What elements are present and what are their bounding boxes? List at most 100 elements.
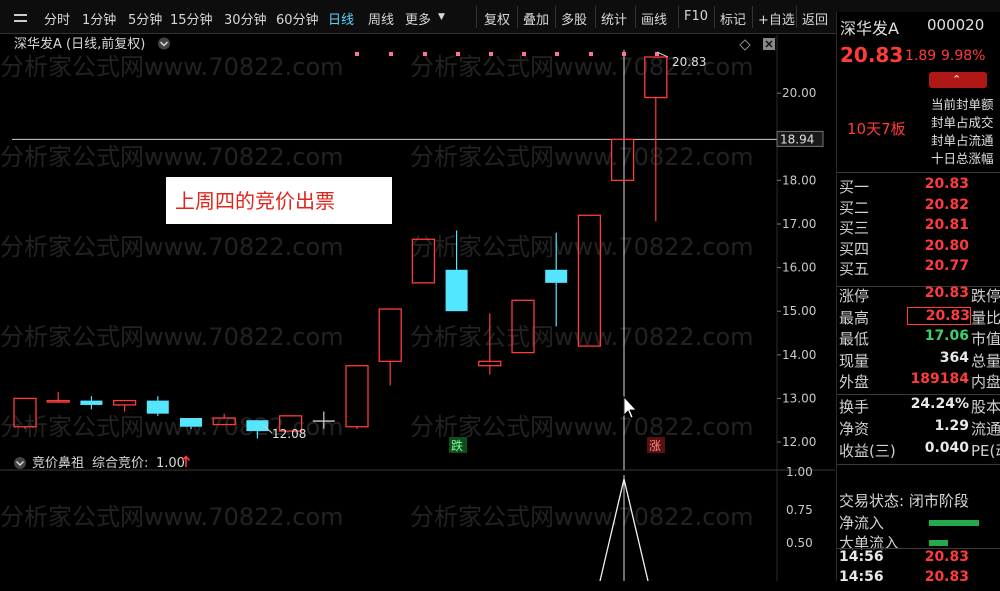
bid-label: 买五 — [839, 260, 870, 278]
bid-price: 20.80 — [924, 237, 969, 254]
toolbar-action-7[interactable]: +自选 — [758, 9, 795, 28]
bid-label: 买四 — [839, 239, 870, 258]
low-label: 12.08 — [272, 427, 306, 441]
stat-label: 外盘 — [839, 373, 870, 391]
indicator-tick: 1.00 — [786, 465, 813, 479]
stat2-value: 1.29 — [934, 418, 969, 434]
indicator-dropdown-icon[interactable] — [14, 457, 26, 469]
quote-panel: 深华发A 000020 20.83 1.89 9.98% ⌃ 10天7板 当前封… — [836, 12, 1000, 585]
period-tab-5[interactable]: 60分钟 — [276, 9, 319, 28]
stat-label: 最低 — [839, 330, 870, 348]
stat-value: 20.83 — [924, 285, 969, 301]
indicator-label: 综合竞价: — [92, 455, 148, 471]
stock-price: 20.83 — [840, 43, 904, 67]
stats-block: 涨停 20.83 跌停 最高 20.83 量比 最低 17.06 市值 现量 364 总量 外盘 1891… — [837, 284, 1000, 395]
bid-row: 买一 20.83 — [837, 176, 1000, 198]
candle-body — [246, 420, 269, 432]
seal-info-item: 十日总涨幅 — [931, 151, 994, 166]
candle-body — [112, 399, 137, 406]
watermark-text: 分析家公式网www.70822.com — [410, 143, 754, 171]
seal-info-item: 封单占成交 — [931, 115, 994, 130]
price-tick: 20.00 — [782, 86, 816, 100]
price-tick: 16.00 — [782, 261, 816, 275]
period-tab-7[interactable]: 周线 — [368, 9, 394, 28]
price-tick: 18.00 — [782, 173, 816, 187]
indicator-name: 竞价鼻祖 — [32, 455, 84, 471]
toolbar-action-2[interactable]: 多股 — [561, 9, 587, 28]
price-tick: 13.00 — [782, 391, 816, 405]
stat-value: 20.83 — [907, 306, 971, 325]
trade-status-row: 交易状态: 闭市阶段 — [837, 490, 1000, 512]
crosshair-price-label: 18.94 — [780, 132, 814, 146]
period-tab-6[interactable]: 日线 — [328, 9, 354, 28]
menu-icon[interactable] — [14, 14, 27, 22]
toolbar-action-1[interactable]: 叠加 — [523, 9, 549, 28]
rise-marker: 涨 — [649, 438, 661, 453]
flow-row: 净流入 — [837, 512, 1000, 534]
watermark-text: 分析家公式网www.70822.com — [0, 233, 344, 261]
period-tab-4[interactable]: 30分钟 — [224, 9, 267, 28]
trade-status: 交易状态: 闭市阶段 — [839, 492, 969, 510]
tick-price: 20.83 — [924, 549, 969, 565]
diamond-icon[interactable] — [739, 39, 751, 51]
flow-bar — [929, 520, 979, 526]
flow-bar — [929, 540, 948, 546]
period-tab-8[interactable]: 更多 — [405, 9, 431, 28]
candle-body — [545, 269, 568, 283]
stat-value: 189184 — [910, 371, 969, 387]
bid-row: 买二 20.82 — [837, 197, 1000, 219]
more-dropdown-icon[interactable]: ▼ — [438, 12, 445, 22]
stat-tail: 总量 — [971, 351, 1000, 370]
toolbar-action-6[interactable]: 标记 — [720, 9, 746, 28]
tick-price: 20.83 — [924, 569, 969, 585]
toolbar-action-5[interactable]: F10 — [684, 9, 708, 24]
bid-price: 20.82 — [924, 196, 969, 213]
watermark-text: 分析家公式网www.70822.com — [410, 323, 754, 351]
stat-value: 17.06 — [924, 328, 969, 344]
stat2-label: 净资 — [839, 420, 870, 438]
candle-body — [378, 308, 402, 362]
period-tab-1[interactable]: 1分钟 — [82, 9, 116, 28]
indicator-tick: 0.75 — [786, 503, 813, 517]
toolbar-action-0[interactable]: 复权 — [484, 9, 510, 28]
board-tag: 10天7板 — [847, 120, 906, 138]
toolbar-action-3[interactable]: 统计 — [601, 9, 627, 28]
stock-change: 1.89 — [905, 48, 937, 64]
tick-time: 14:56 — [839, 549, 884, 565]
fall-marker: 跌 — [451, 438, 463, 453]
watermark-text: 分析家公式网www.70822.com — [410, 233, 754, 261]
period-tab-3[interactable]: 15分钟 — [170, 9, 213, 28]
seal-info-item: 当前封单额 — [931, 97, 994, 112]
tick-row: 14:56 20.83 — [837, 549, 1000, 571]
stat-tail: 市值 — [971, 330, 1000, 348]
tick-time: 14:56 — [839, 569, 884, 585]
bid-label: 买一 — [839, 178, 870, 196]
watermark-text: 分析家公式网www.70822.com — [0, 143, 344, 171]
stat-row: 外盘 189184 内盘 — [837, 371, 1000, 393]
period-tab-2[interactable]: 5分钟 — [128, 9, 162, 28]
toolbar-action-8[interactable]: 返回 — [802, 9, 828, 28]
flow-label: 净流入 — [839, 514, 885, 532]
price-tick: 17.00 — [782, 217, 816, 231]
stat2-label: 收益(三) — [839, 442, 896, 460]
chart-area[interactable]: 分析家公式网www.70822.com 分析家公式网www.70822.com 分析… — [0, 35, 835, 582]
chart-title-dropdown-icon[interactable] — [158, 37, 170, 50]
price-tick: 14.00 — [782, 348, 816, 362]
stat-tail: 量比 — [971, 308, 1000, 327]
period-tab-0[interactable]: 分时 — [44, 9, 70, 28]
kline-chart[interactable]: 分析家公式网www.70822.com 分析家公式网www.70822.com 分析… — [0, 35, 835, 582]
stock-code: 000020 — [927, 16, 985, 34]
toolbar-action-4[interactable]: 画线 — [641, 9, 667, 28]
bid-price: 20.81 — [924, 217, 969, 233]
stat2-row: 换手 24.24% 股本 — [837, 396, 1000, 418]
stat-label: 现量 — [839, 351, 870, 370]
stock-header: 深华发A 000020 20.83 1.89 9.98% ⌃ — [837, 12, 1000, 88]
stat-tail: 跌停 — [971, 287, 1000, 305]
stat-row: 涨停 20.83 跌停 — [837, 285, 1000, 307]
stat2-value: 0.040 — [924, 440, 969, 456]
candle-body — [445, 269, 468, 312]
watermark-text: 分析家公式网www.70822.com — [410, 413, 754, 441]
signal-dot — [456, 52, 460, 56]
candle-body — [146, 400, 169, 414]
annotation-text: 上周四的竞价出票 — [175, 189, 335, 213]
